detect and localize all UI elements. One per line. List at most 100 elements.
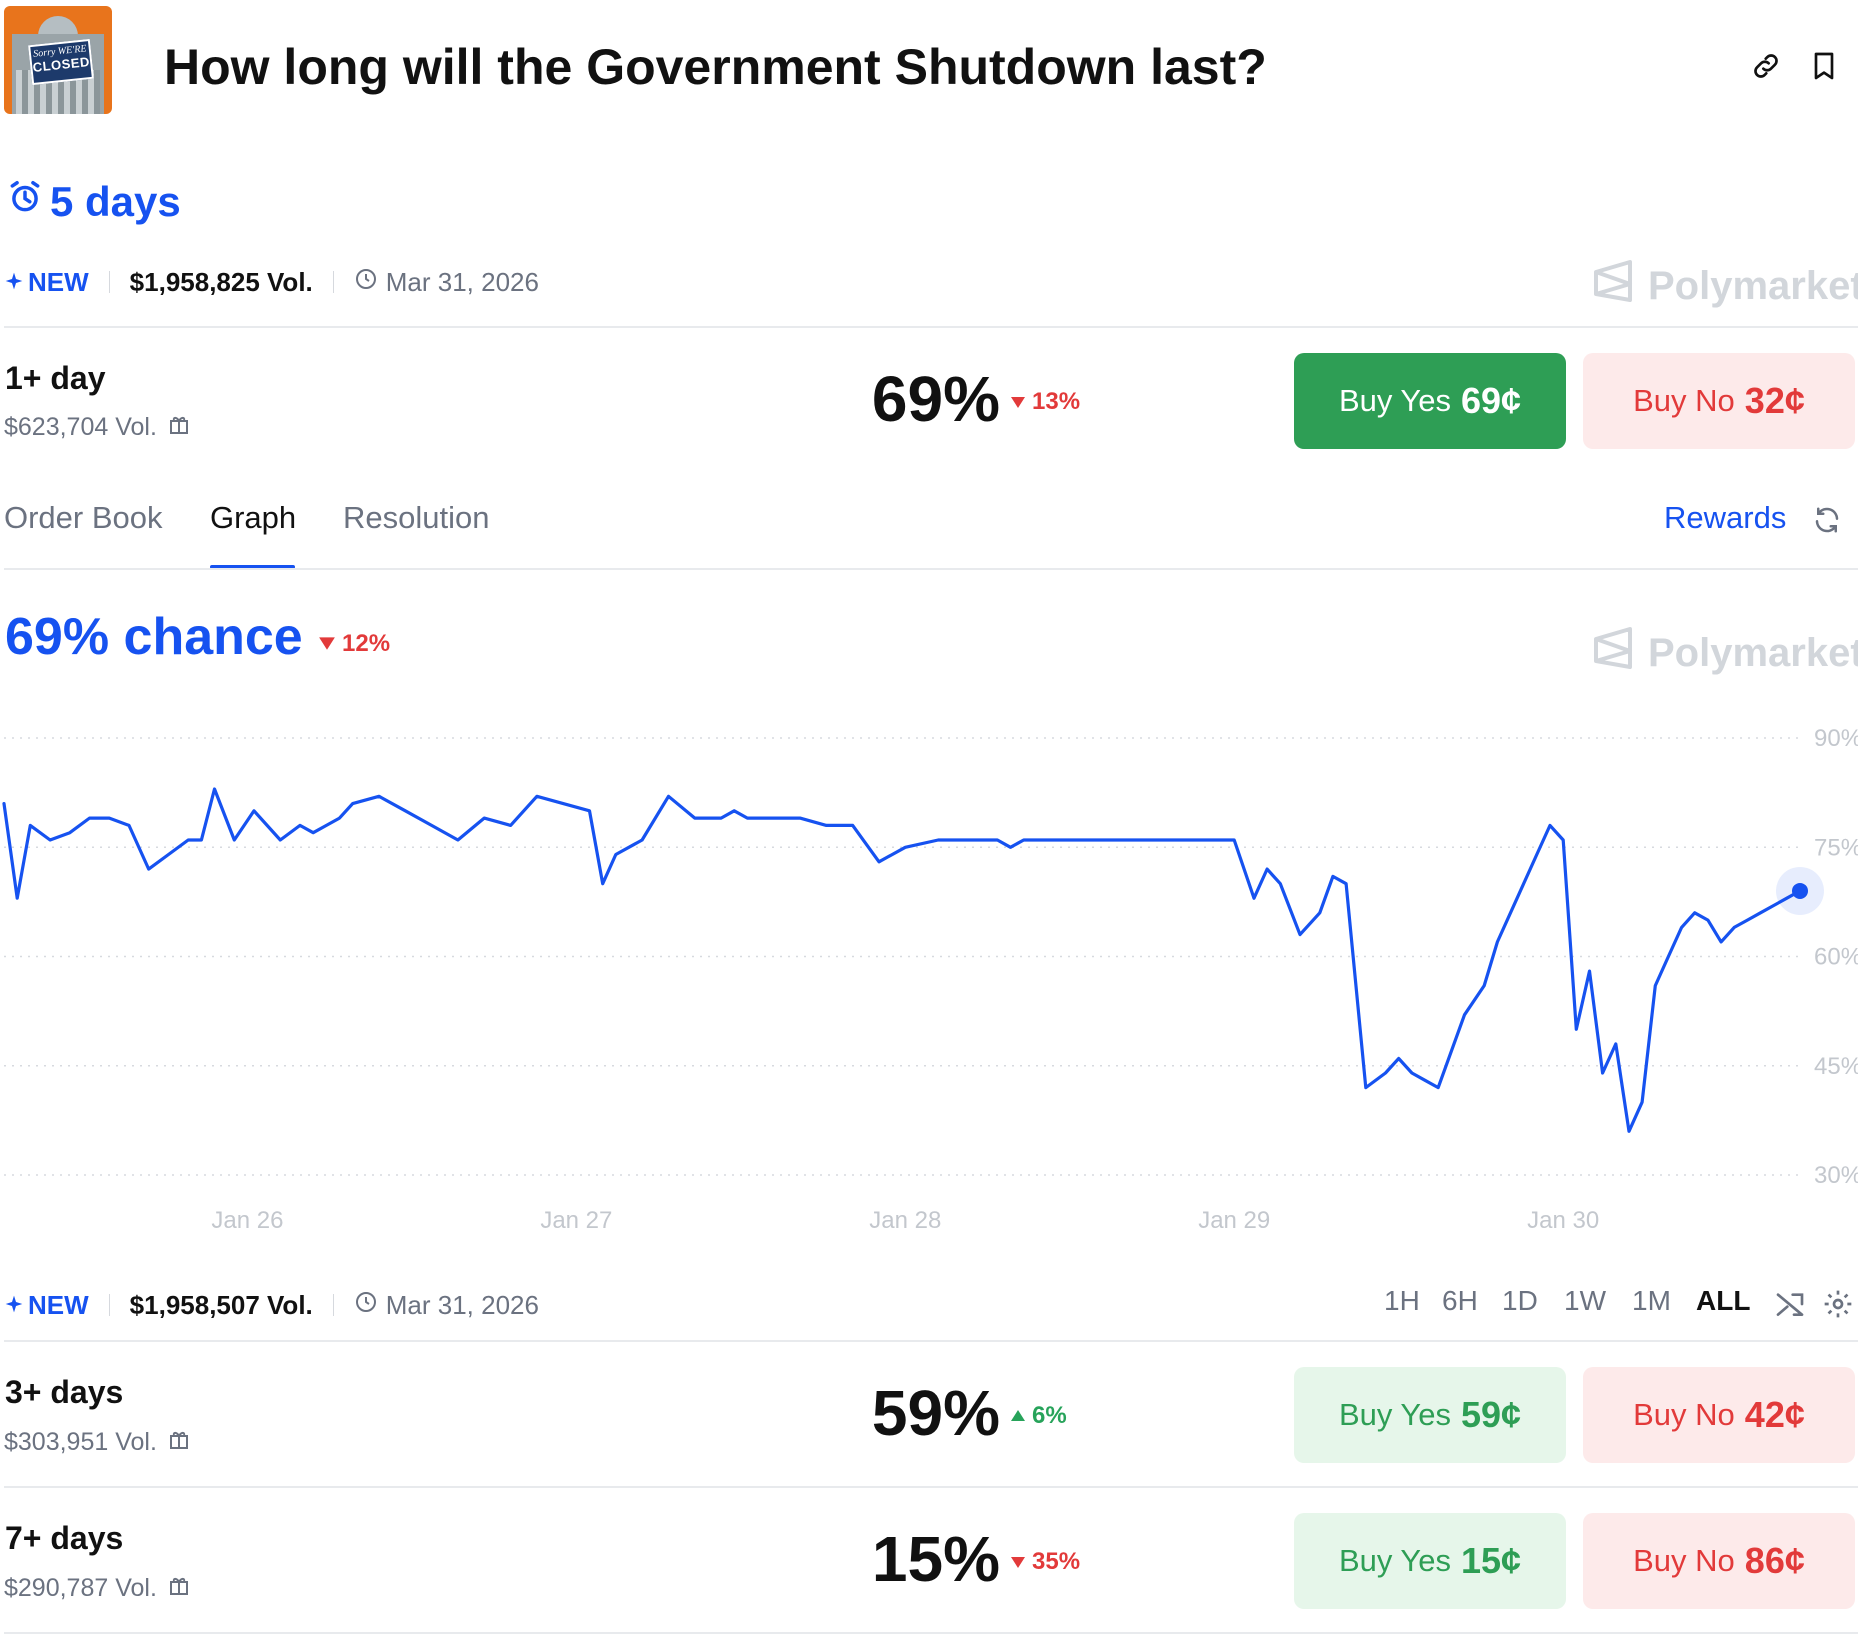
gift-icon[interactable] bbox=[167, 412, 191, 443]
range-1w[interactable]: 1W bbox=[1564, 1285, 1606, 1317]
series-line bbox=[2, 787, 1802, 1133]
total-volume: $1,958,825 Vol. bbox=[129, 266, 313, 297]
outcome-change-text: 6% bbox=[1032, 1402, 1067, 1429]
range-1h[interactable]: 1H bbox=[1384, 1285, 1420, 1317]
divider bbox=[332, 1294, 334, 1316]
outcome-volume-text: $290,787 Vol. bbox=[4, 1574, 157, 1602]
outcome-change: 35% bbox=[1010, 1548, 1080, 1576]
buy-yes-price: 69¢ bbox=[1460, 380, 1522, 421]
buy-yes-label: Buy Yes bbox=[1338, 1397, 1451, 1432]
shuffle-icon[interactable] bbox=[1774, 1288, 1806, 1325]
countdown: 5 days bbox=[6, 178, 181, 226]
range-1m[interactable]: 1M bbox=[1632, 1285, 1671, 1317]
total-volume: $1,958,507 Vol. bbox=[129, 1289, 313, 1320]
outcome-percent: 59% bbox=[871, 1377, 1000, 1449]
link-icon[interactable] bbox=[1750, 50, 1782, 82]
buy-yes-button[interactable]: Buy Yes 15¢ bbox=[1294, 1513, 1566, 1609]
market-meta-top: NEW $1,958,825 Vol. Mar 31, 2026 bbox=[4, 262, 539, 302]
range-all[interactable]: ALL bbox=[1696, 1285, 1750, 1317]
buy-no-label: Buy No bbox=[1633, 1397, 1735, 1432]
range-1d[interactable]: 1D bbox=[1502, 1285, 1538, 1317]
polymarket-logo-icon bbox=[1592, 258, 1634, 314]
divider bbox=[4, 1486, 1858, 1488]
outcome-label: 7+ days bbox=[5, 1520, 124, 1556]
outcome-percent: 15% bbox=[871, 1523, 1000, 1595]
clock-icon bbox=[354, 1290, 378, 1321]
sparkle-icon bbox=[4, 267, 24, 298]
buy-no-price: 42¢ bbox=[1744, 1394, 1805, 1435]
gift-icon[interactable] bbox=[167, 1427, 191, 1458]
buy-yes-label: Buy Yes bbox=[1338, 1543, 1451, 1578]
rewards-link[interactable]: Rewards bbox=[1664, 500, 1786, 536]
new-label: NEW bbox=[28, 1289, 89, 1320]
caret-down-icon bbox=[318, 630, 336, 658]
buy-no-label: Buy No bbox=[1633, 383, 1735, 418]
x-tick-label: Jan 27 bbox=[540, 1207, 612, 1234]
buy-yes-button[interactable]: Buy Yes 59¢ bbox=[1294, 1367, 1566, 1463]
end-date: Mar 31, 2026 bbox=[354, 267, 539, 298]
outcome-volume: $303,951 Vol. bbox=[4, 1427, 191, 1458]
bookmark-icon[interactable] bbox=[1808, 50, 1840, 82]
outcome-volume: $623,704 Vol. bbox=[4, 412, 191, 443]
y-tick-label: 60% bbox=[1814, 944, 1858, 971]
alarm-clock-icon bbox=[6, 178, 44, 226]
divider bbox=[108, 1294, 110, 1316]
price-chart[interactable]: 90% 75% 60% 45% 30% Jan 26 Jan 27 Jan 28 Jan 29 J… bbox=[0, 700, 1858, 1260]
closed-sign: Sorry WE'RE CLOSED bbox=[28, 38, 94, 86]
buy-yes-price: 15¢ bbox=[1460, 1540, 1522, 1581]
caret-down-icon bbox=[1010, 1548, 1026, 1576]
market-meta-bottom: NEW $1,958,507 Vol. Mar 31, 2026 bbox=[4, 1285, 539, 1325]
tab-resolution[interactable]: Resolution bbox=[343, 500, 489, 536]
settings-gear-icon[interactable] bbox=[1822, 1288, 1854, 1325]
buy-yes-button[interactable]: Buy Yes 69¢ bbox=[1294, 353, 1566, 449]
buy-no-button[interactable]: Buy No 32¢ bbox=[1583, 353, 1855, 449]
chance-change: 12% bbox=[318, 630, 390, 658]
outcome-volume-text: $303,951 Vol. bbox=[4, 1428, 157, 1456]
divider bbox=[332, 271, 334, 293]
buy-yes-label: Buy Yes bbox=[1338, 383, 1451, 418]
outcome-change: 13% bbox=[1010, 388, 1080, 416]
buy-yes-price: 59¢ bbox=[1460, 1394, 1522, 1435]
gift-icon[interactable] bbox=[167, 1573, 191, 1604]
outcome-volume-text: $623,704 Vol. bbox=[4, 413, 157, 441]
chance-label: 69% chance bbox=[5, 608, 303, 666]
outcome-label: 3+ days bbox=[5, 1374, 124, 1410]
new-label: NEW bbox=[28, 266, 89, 297]
outcome-volume: $290,787 Vol. bbox=[4, 1573, 191, 1604]
outcome-change-text: 35% bbox=[1032, 1548, 1081, 1575]
market-title: How long will the Government Shutdown la… bbox=[164, 39, 1267, 95]
buy-no-price: 32¢ bbox=[1744, 380, 1805, 421]
outcome-change: 6% bbox=[1010, 1402, 1067, 1430]
buy-no-button[interactable]: Buy No 86¢ bbox=[1583, 1513, 1855, 1609]
buy-no-label: Buy No bbox=[1633, 1543, 1735, 1578]
y-tick-label: 30% bbox=[1814, 1162, 1858, 1189]
divider bbox=[4, 326, 1858, 328]
polymarket-wordmark: Polymarket bbox=[1648, 263, 1858, 308]
x-tick-label: Jan 28 bbox=[869, 1207, 941, 1234]
y-tick-label: 90% bbox=[1814, 725, 1858, 752]
end-date-text: Mar 31, 2026 bbox=[385, 1289, 539, 1320]
divider bbox=[4, 1340, 1858, 1342]
polymarket-wordmark: Polymarket bbox=[1648, 630, 1858, 675]
new-badge: NEW bbox=[4, 1290, 89, 1321]
refresh-icon[interactable] bbox=[1812, 505, 1842, 540]
buy-no-button[interactable]: Buy No 42¢ bbox=[1583, 1367, 1855, 1463]
polymarket-watermark: Polymarket bbox=[1592, 625, 1858, 681]
tab-order-book[interactable]: Order Book bbox=[4, 500, 163, 536]
tab-graph[interactable]: Graph bbox=[210, 500, 296, 536]
end-date: Mar 31, 2026 bbox=[354, 1290, 539, 1321]
divider bbox=[108, 271, 110, 293]
range-6h[interactable]: 6H bbox=[1442, 1285, 1478, 1317]
y-tick-label: 75% bbox=[1814, 834, 1858, 861]
divider bbox=[4, 568, 1858, 570]
chance-change-text: 12% bbox=[342, 630, 391, 657]
caret-up-icon bbox=[1010, 1402, 1026, 1430]
x-tick-label: Jan 30 bbox=[1527, 1207, 1599, 1234]
x-tick-label: Jan 29 bbox=[1198, 1207, 1270, 1234]
outcome-change-text: 13% bbox=[1032, 388, 1081, 415]
polymarket-logo-icon bbox=[1592, 625, 1634, 681]
market-thumbnail: Sorry WE'RE CLOSED bbox=[4, 6, 112, 114]
end-date-text: Mar 31, 2026 bbox=[385, 266, 539, 297]
new-badge: NEW bbox=[4, 267, 89, 298]
last-point-marker bbox=[1792, 882, 1808, 899]
